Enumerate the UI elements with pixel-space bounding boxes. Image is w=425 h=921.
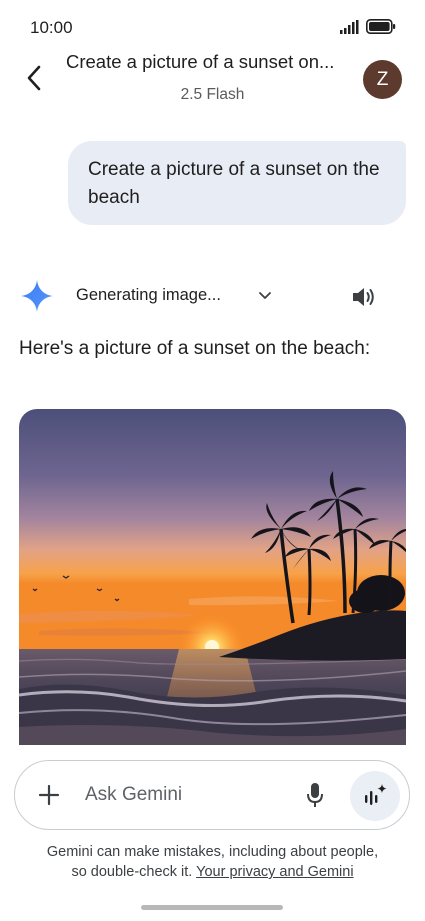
disclaimer-line-1: Gemini can make mistakes, including abou… [46, 844, 379, 860]
add-attachment-button[interactable] [35, 781, 63, 809]
disclaimer: Gemini can make mistakes, including abou… [0, 842, 425, 882]
voice-input-button[interactable] [301, 779, 329, 811]
disclaimer-text: so double-check it. [71, 864, 193, 880]
plus-icon [38, 784, 60, 806]
user-message-bubble: Create a picture of a sunset on the beac… [68, 141, 406, 225]
gemini-sparkle-icon [21, 280, 53, 312]
response-text: Here's a picture of a sunset on the beac… [19, 338, 371, 359]
generated-image[interactable] [19, 409, 406, 745]
ask-gemini-input[interactable] [85, 781, 285, 809]
home-indicator[interactable] [141, 905, 283, 910]
battery-icon [366, 19, 396, 34]
status-bar: 10:00 [0, 0, 425, 52]
status-time: 10:00 [30, 18, 73, 37]
prompt-bar [14, 760, 410, 830]
expand-status-button[interactable] [254, 284, 276, 306]
sunset-beach-image [19, 409, 406, 745]
disclaimer-line-2: so double-check it. Your privacy and Gem… [0, 862, 425, 882]
chat-header: Create a picture of a sunset on... 2.5 F… [0, 46, 425, 112]
speaker-icon [353, 288, 374, 306]
chevron-down-icon [259, 291, 271, 299]
signal-icon [340, 20, 359, 34]
gemini-live-button[interactable] [350, 771, 400, 821]
generating-status: Generating image... [76, 286, 221, 304]
microphone-icon [307, 783, 323, 807]
chat-title[interactable]: Create a picture of a sunset on... [66, 51, 356, 73]
read-aloud-button[interactable] [350, 284, 378, 310]
model-label[interactable]: 2.5 Flash [0, 86, 425, 104]
privacy-link[interactable]: Your privacy and Gemini [196, 864, 353, 880]
live-sparkle-icon [365, 784, 387, 805]
avatar[interactable]: Z [363, 60, 402, 99]
